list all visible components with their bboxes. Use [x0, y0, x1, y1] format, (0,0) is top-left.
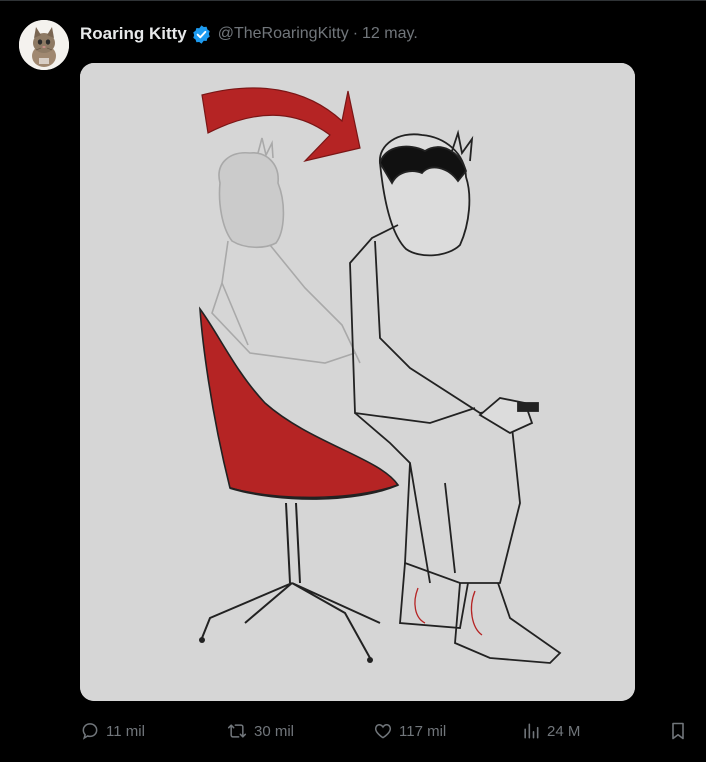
- bookmark-button[interactable]: [668, 718, 694, 744]
- like-button[interactable]: 117 mil: [373, 718, 446, 744]
- tweet-header: Roaring Kitty @TheRoaringKitty · 12 may.: [80, 22, 418, 46]
- header-separator: ·: [352, 25, 359, 42]
- tweet-date[interactable]: 12 may.: [362, 25, 418, 43]
- reply-icon: [82, 723, 98, 740]
- author-display-name[interactable]: Roaring Kitty: [80, 24, 187, 44]
- verified-badge-icon: [191, 24, 212, 45]
- retweet-icon: [227, 724, 247, 738]
- views-button[interactable]: 24 M: [521, 718, 580, 744]
- tweet-actions-bar: 11 mil 30 mil 117 mil 24 M: [80, 718, 690, 744]
- kitten-avatar-icon: [19, 20, 69, 70]
- retweet-count: 30 mil: [254, 722, 295, 740]
- reply-count: 11 mil: [106, 722, 145, 740]
- heart-icon: [374, 723, 392, 739]
- bookmark-icon: [672, 722, 684, 740]
- tweet-card[interactable]: Roaring Kitty @TheRoaringKitty · 12 may.: [0, 0, 706, 762]
- retweet-button[interactable]: 30 mil: [226, 718, 294, 744]
- like-count: 117 mil: [399, 722, 447, 740]
- author-handle[interactable]: @TheRoaringKitty: [218, 25, 349, 43]
- sketch-illustration: [80, 63, 635, 701]
- views-count: 24 M: [547, 722, 581, 740]
- views-chart-icon: [524, 723, 539, 739]
- tweet-media-image[interactable]: [80, 63, 635, 701]
- avatar[interactable]: [19, 20, 69, 70]
- reply-button[interactable]: 11 mil: [80, 718, 145, 744]
